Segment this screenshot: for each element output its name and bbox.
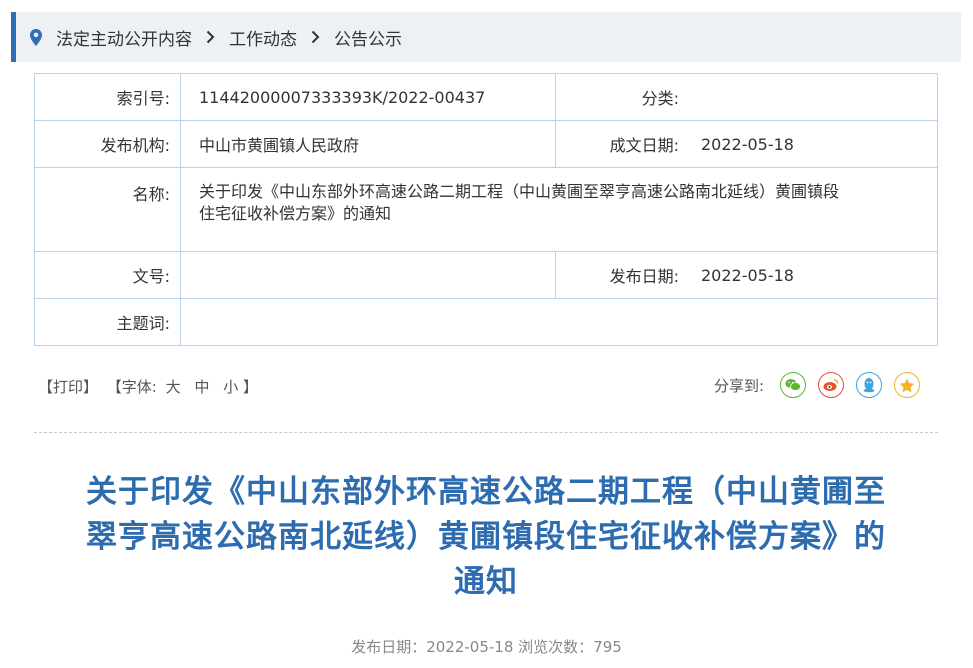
org-value: 中山市黄圃镇人民政府 <box>180 120 556 168</box>
pub-date-label: 发布日期: <box>555 251 691 299</box>
pub-date-value: 2022-05-18 <box>691 251 938 299</box>
category-label: 分类: <box>555 73 691 121</box>
table-row: 名称: 关于印发《中山东部外环高速公路二期工程（中山黄圃至翠亨高速公路南北延线）… <box>34 167 938 252</box>
publish-info: 发布日期：2022-05-18 浏览次数：795 <box>351 638 622 656</box>
font-size-prefix: 【字体: <box>106 378 157 396</box>
article-tools: 【打印】 【字体: 大 中 小 】 <box>38 376 258 397</box>
written-date-label: 成文日期: <box>555 120 691 168</box>
article-title: 关于印发《中山东部外环高速公路二期工程（中山黄圃至 翠亨高速公路南北延线）黄圃镇… <box>34 470 938 605</box>
doc-no-value <box>180 251 556 299</box>
category-value <box>691 73 938 121</box>
breadcrumb: 法定主动公开内容 工作动态 公告公示 <box>11 12 961 62</box>
font-size-small-button[interactable]: 小 <box>223 378 238 396</box>
breadcrumb-item-work-news[interactable]: 工作动态 <box>229 25 297 50</box>
weibo-icon[interactable] <box>818 372 845 398</box>
qzone-icon[interactable] <box>894 372 921 398</box>
divider <box>34 432 938 433</box>
table-row: 主题词: <box>34 298 938 346</box>
chevron-right-icon <box>206 30 215 44</box>
qq-icon[interactable] <box>856 372 883 398</box>
table-row: 索引号: 11442000007333393K/2022-00437 分类: <box>34 73 938 121</box>
font-size-medium-button[interactable]: 中 <box>194 378 209 396</box>
font-size-large-button[interactable]: 大 <box>166 378 181 396</box>
article-title-line2: 翠亨高速公路南北延线）黄圃镇段住宅征收补偿方案》的 <box>86 519 886 555</box>
chevron-right-icon <box>311 30 320 44</box>
location-pin-icon <box>30 28 42 46</box>
org-label: 发布机构: <box>34 120 181 168</box>
table-row: 文号: 发布日期: 2022-05-18 <box>34 251 938 299</box>
name-value: 关于印发《中山东部外环高速公路二期工程（中山黄圃至翠亨高速公路南北延线）黄圃镇段… <box>180 167 938 252</box>
keywords-value <box>180 298 938 346</box>
print-button[interactable]: 【打印】 <box>38 378 98 396</box>
breadcrumb-item-public-content[interactable]: 法定主动公开内容 <box>56 25 192 50</box>
wechat-icon[interactable] <box>780 372 807 398</box>
keywords-label: 主题词: <box>34 298 181 346</box>
name-value-line1: 关于印发《中山东部外环高速公路二期工程（中山黄圃至翠亨高速公路南北延线）黄圃镇段 <box>199 182 840 201</box>
index-label: 索引号: <box>34 73 181 121</box>
share-label: 分享到: <box>714 376 765 395</box>
name-value-line2: 住宅征收补偿方案》的通知 <box>199 204 392 223</box>
name-label: 名称: <box>34 167 181 252</box>
table-row: 发布机构: 中山市黄圃镇人民政府 成文日期: 2022-05-18 <box>34 120 938 168</box>
share-bar: 分享到: <box>714 372 932 398</box>
written-date-value: 2022-05-18 <box>691 120 938 168</box>
article-title-line3: 通知 <box>454 564 518 600</box>
font-size-suffix: 】 <box>243 378 259 396</box>
breadcrumb-item-announcements[interactable]: 公告公示 <box>334 25 402 50</box>
doc-no-label: 文号: <box>34 251 181 299</box>
metadata-table: 索引号: 11442000007333393K/2022-00437 分类: 发… <box>34 73 938 346</box>
article-title-line1: 关于印发《中山东部外环高速公路二期工程（中山黄圃至 <box>86 474 886 510</box>
index-value: 11442000007333393K/2022-00437 <box>180 73 556 121</box>
